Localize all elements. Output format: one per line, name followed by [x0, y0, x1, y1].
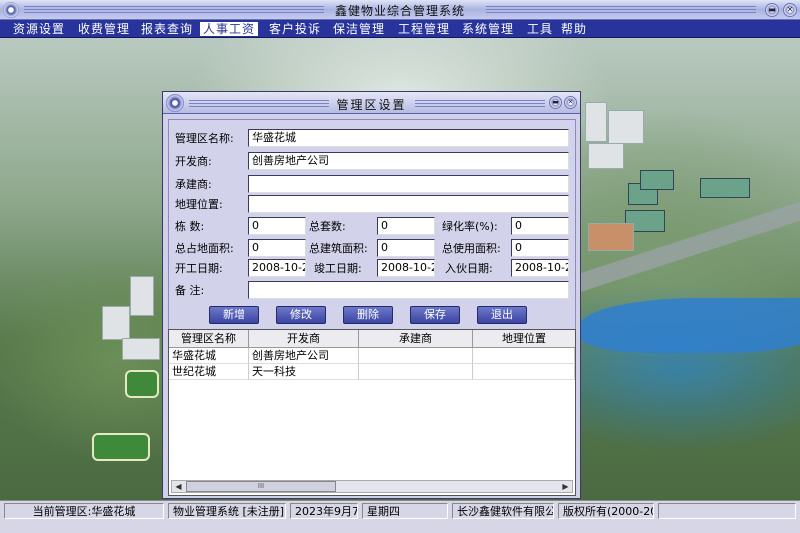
area-data-grid: 管理区名称 开发商 承建商 地理位置 华盛花城 创善房地产公司 世纪花城 天一科… [168, 329, 576, 496]
move-in-date-input[interactable]: 2008-10-24 [511, 259, 569, 277]
location-label: 地理位置: [175, 198, 223, 211]
scene-building [122, 338, 160, 360]
horizontal-scrollbar[interactable]: ◀ III ▶ [171, 480, 573, 493]
column-header-location[interactable]: 地理位置 [473, 330, 575, 348]
use-area-input[interactable]: 0 [511, 239, 569, 257]
cell-developer: 天一科技 [249, 364, 359, 380]
cell-area-name: 华盛花城 [169, 348, 249, 364]
scene-building [130, 276, 154, 316]
scene-building [608, 110, 644, 144]
use-area-label: 总使用面积: [442, 242, 501, 255]
move-in-date-label: 入伙日期: [445, 262, 493, 275]
menu-cleaning-management[interactable]: 保洁管理 [330, 22, 388, 36]
location-input[interactable] [248, 195, 569, 213]
unit-count-label: 总套数: [309, 220, 346, 233]
green-rate-label: 绿化率(%): [442, 220, 498, 233]
finish-date-input[interactable]: 2008-10-24 [377, 259, 435, 277]
scroll-left-icon[interactable]: ◀ [172, 481, 185, 492]
column-header-builder[interactable]: 承建商 [359, 330, 473, 348]
scene-building [585, 102, 607, 142]
finish-date-label: 竣工日期: [314, 262, 362, 275]
status-date: 2023年9月7日 [290, 503, 358, 519]
cell-location [473, 364, 575, 380]
close-icon[interactable]: ✕ [783, 3, 797, 17]
building-count-input[interactable]: 0 [248, 217, 306, 235]
dialog-title-bar[interactable]: 管理区设置 ▬ ✕ [163, 92, 580, 114]
grid-header: 管理区名称 开发商 承建商 地理位置 [169, 330, 575, 348]
table-row[interactable]: 世纪花城 天一科技 [169, 364, 575, 380]
cell-location [473, 348, 575, 364]
scene-sports-field [92, 433, 150, 461]
edit-button[interactable]: 修改 [276, 306, 326, 324]
status-company: 长沙鑫健软件有限公司 [452, 503, 554, 519]
area-name-label: 管理区名称: [175, 132, 234, 145]
menu-resource-settings[interactable]: 资源设置 [10, 22, 68, 36]
scene-greenhouse [640, 170, 674, 190]
window-title-bar: 鑫健物业综合管理系统 ▬ ✕ [0, 0, 800, 20]
builder-input[interactable] [248, 175, 569, 193]
menu-bar: 资源设置 收费管理 报表查询 人事工资 客户投诉 保洁管理 工程管理 系统管理 … [0, 20, 800, 38]
minimize-icon[interactable]: ▬ [765, 3, 779, 17]
status-empty-panel [658, 503, 796, 519]
menu-report-query[interactable]: 报表查询 [138, 22, 196, 36]
add-button[interactable]: 新增 [209, 306, 259, 324]
scene-sports-field [125, 370, 159, 398]
start-date-label: 开工日期: [175, 262, 223, 275]
dialog-minimize-icon[interactable]: ▬ [549, 96, 562, 109]
scene-building [102, 306, 130, 340]
status-weekday: 星期四 [362, 503, 448, 519]
menu-system-management[interactable]: 系统管理 [459, 22, 517, 36]
menu-engineering-management[interactable]: 工程管理 [395, 22, 453, 36]
table-row[interactable]: 华盛花城 创善房地产公司 [169, 348, 575, 364]
dialog-close-icon[interactable]: ✕ [564, 96, 577, 109]
build-area-input[interactable]: 0 [377, 239, 435, 257]
column-header-area-name[interactable]: 管理区名称 [169, 330, 249, 348]
note-label: 备 注: [175, 284, 205, 297]
developer-label: 开发商: [175, 155, 212, 168]
delete-button[interactable]: 删除 [343, 306, 393, 324]
column-header-developer[interactable]: 开发商 [249, 330, 359, 348]
scroll-thumb[interactable]: III [186, 481, 336, 492]
status-bar: 当前管理区:华盛花城 物业管理系统 [未注册] 2023年9月7日 星期四 长沙… [0, 500, 800, 533]
land-area-input[interactable]: 0 [248, 239, 306, 257]
cell-area-name: 世纪花城 [169, 364, 249, 380]
unit-count-input[interactable]: 0 [377, 217, 435, 235]
status-system: 物业管理系统 [未注册] [168, 503, 286, 519]
cell-builder [359, 348, 473, 364]
building-count-label: 栋 数: [175, 220, 205, 233]
developer-input[interactable]: 创善房地产公司 [248, 152, 569, 170]
menu-customer-complaints[interactable]: 客户投诉 [266, 22, 324, 36]
dialog-title: 管理区设置 [336, 98, 407, 112]
management-area-dialog: 管理区设置 ▬ ✕ 管理区名称: 华盛花城 开发商: 创善房地产公司 承建商: … [162, 91, 581, 499]
note-input[interactable] [248, 281, 569, 299]
scene-building [588, 223, 634, 251]
menu-fee-management[interactable]: 收费管理 [75, 22, 133, 36]
status-current-area: 当前管理区:华盛花城 [4, 503, 164, 519]
scene-river [580, 298, 800, 353]
window-title: 鑫健物业综合管理系统 [334, 4, 465, 18]
status-copyright: 版权所有(2000-2020) [558, 503, 654, 519]
land-area-label: 总占地面积: [175, 242, 234, 255]
exit-button[interactable]: 退出 [477, 306, 527, 324]
cell-developer: 创善房地产公司 [249, 348, 359, 364]
cell-builder [359, 364, 473, 380]
save-button[interactable]: 保存 [410, 306, 460, 324]
area-name-input[interactable]: 华盛花城 [248, 129, 569, 147]
start-date-input[interactable]: 2008-10-24 [248, 259, 306, 277]
build-area-label: 总建筑面积: [309, 242, 368, 255]
menu-tools[interactable]: 工具 [524, 22, 556, 36]
menu-hr-payroll[interactable]: 人事工资 [200, 22, 259, 36]
scene-building [588, 143, 624, 169]
scroll-right-icon[interactable]: ▶ [559, 481, 572, 492]
scene-greenhouse [700, 178, 750, 198]
menu-help[interactable]: 帮助 [558, 22, 590, 36]
green-rate-input[interactable]: 0 [511, 217, 569, 235]
builder-label: 承建商: [175, 178, 212, 191]
